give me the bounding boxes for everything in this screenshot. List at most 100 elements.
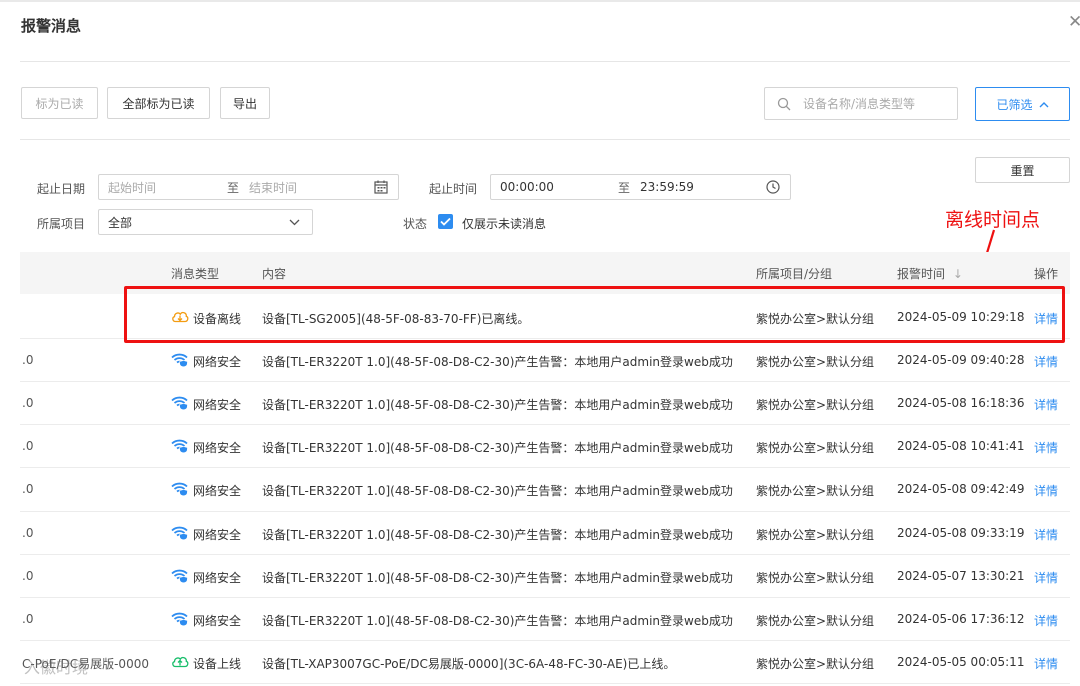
row-project: 紫悦办公室>默认分组 <box>756 614 875 628</box>
header-time-label: 报警时间 <box>897 267 946 281</box>
search-box[interactable] <box>764 87 958 120</box>
row-divider <box>20 640 1070 641</box>
row-detail-link[interactable]: 详情 <box>1034 569 1058 586</box>
header-type: 消息类型 <box>171 267 220 281</box>
row-project: 紫悦办公室>默认分组 <box>756 398 875 412</box>
time-end-value: 23:59:59 <box>640 180 694 194</box>
row-device-name: .0 <box>22 439 34 453</box>
time-range-label: 起止时间 <box>429 182 478 196</box>
row-time: 2024-05-08 16:18:36 <box>897 396 1025 410</box>
row-divider <box>20 554 1070 555</box>
row-type: 设备上线 <box>171 654 241 672</box>
row-device-name: .0 <box>22 396 34 410</box>
dialog-title: 报警消息 <box>21 17 82 35</box>
unread-only-label: 仅展示未读消息 <box>462 217 547 231</box>
project-selected-value: 全部 <box>108 215 133 230</box>
row-type-label: 网络安全 <box>193 354 242 369</box>
time-start-value: 00:00:00 <box>500 180 554 194</box>
mark-all-read-button[interactable]: 全部标为已读 <box>107 87 210 119</box>
row-device-name: .0 <box>22 526 34 540</box>
search-icon <box>777 97 791 110</box>
row-detail-link[interactable]: 详情 <box>1034 612 1058 629</box>
row-divider <box>20 467 1070 468</box>
row-content: 设备[TL-ER3220T 1.0](48-5F-08-D8-C2-30)产生告… <box>262 441 733 455</box>
wifi-shield-icon <box>171 352 193 370</box>
header-project[interactable]: 所属项目/分组 <box>756 265 832 282</box>
row-project: 紫悦办公室>默认分组 <box>756 657 875 671</box>
annotation-highlight-box <box>124 286 1065 343</box>
row-detail-link[interactable]: 详情 <box>1034 526 1058 543</box>
time-to-separator: 至 <box>618 180 631 195</box>
row-type-label: 网络安全 <box>193 613 242 628</box>
wifi-shield-icon <box>171 395 193 413</box>
row-detail-link[interactable]: 详情 <box>1034 353 1058 370</box>
mark-read-button[interactable]: 标为已读 <box>21 87 98 119</box>
row-time: 2024-05-08 09:33:19 <box>897 526 1025 540</box>
calendar-icon <box>374 180 388 194</box>
row-device-name: .0 <box>22 569 34 583</box>
row-detail-link[interactable]: 详情 <box>1034 439 1058 456</box>
row-content: 设备[TL-ER3220T 1.0](48-5F-08-D8-C2-30)产生告… <box>262 398 733 412</box>
row-content: 设备[TL-ER3220T 1.0](48-5F-08-D8-C2-30)产生告… <box>262 355 733 369</box>
wifi-shield-icon <box>171 438 193 456</box>
row-detail-link[interactable]: 详情 <box>1034 482 1058 499</box>
row-project: 紫悦办公室>默认分组 <box>756 441 875 455</box>
toolbar-divider <box>20 139 1070 140</box>
chevron-up-icon <box>1039 101 1048 107</box>
row-content: 设备[TL-ER3220T 1.0](48-5F-08-D8-C2-30)产生告… <box>262 571 733 585</box>
row-type: 网络安全 <box>171 611 241 629</box>
row-type-label: 网络安全 <box>193 483 242 498</box>
check-icon <box>440 217 451 226</box>
header-content: 内容 <box>262 267 287 281</box>
project-label: 所属项目 <box>37 217 86 231</box>
unread-only-checkbox[interactable] <box>438 214 453 229</box>
wifi-shield-icon <box>171 611 193 629</box>
row-device-name: .0 <box>22 482 34 496</box>
wifi-shield-icon <box>171 525 193 543</box>
header-action: 操作 <box>1034 267 1059 281</box>
wifi-shield-icon <box>171 481 193 499</box>
clock-icon <box>766 180 780 194</box>
row-detail-link[interactable]: 详情 <box>1034 655 1058 672</box>
row-type-label: 网络安全 <box>193 527 242 542</box>
row-content: 设备[TL-ER3220T 1.0](48-5F-08-D8-C2-30)产生告… <box>262 484 733 498</box>
filtered-toggle-button[interactable]: 已筛选 <box>975 87 1070 121</box>
top-border <box>0 0 1080 2</box>
sort-desc-icon[interactable]: ↓ <box>953 267 963 281</box>
row-time: 2024-05-05 00:05:11 <box>897 655 1025 669</box>
row-project: 紫悦办公室>默认分组 <box>756 484 875 498</box>
close-icon[interactable]: ✕ <box>1068 12 1080 32</box>
row-detail-link[interactable]: 详情 <box>1034 396 1058 413</box>
export-button[interactable]: 导出 <box>220 87 270 119</box>
header-time[interactable]: 报警时间 ↓ <box>897 265 963 282</box>
status-label: 状态 <box>403 217 428 231</box>
filtered-label: 已筛选 <box>996 97 1033 112</box>
reset-button[interactable]: 重置 <box>975 157 1070 183</box>
row-project: 紫悦办公室>默认分组 <box>756 571 875 585</box>
row-divider <box>20 381 1070 382</box>
row-content: 设备[TL-ER3220T 1.0](48-5F-08-D8-C2-30)产生告… <box>262 528 733 542</box>
row-device-name: .0 <box>22 612 34 626</box>
search-input[interactable] <box>801 95 945 112</box>
row-type: 网络安全 <box>171 568 241 586</box>
row-divider <box>20 683 1070 684</box>
project-select[interactable]: 全部 <box>98 209 313 235</box>
row-divider <box>20 424 1070 425</box>
date-start-placeholder: 起始时间 <box>108 180 157 195</box>
row-type: 网络安全 <box>171 481 241 499</box>
time-range-picker[interactable]: 00:00:00 至 23:59:59 <box>490 174 791 200</box>
row-time: 2024-05-08 09:42:49 <box>897 482 1025 496</box>
header-divider <box>20 61 1070 62</box>
row-type-label: 网络安全 <box>193 570 242 585</box>
cloud-online-icon <box>171 654 193 672</box>
row-type: 网络安全 <box>171 525 241 543</box>
row-time: 2024-05-07 13:30:21 <box>897 569 1025 583</box>
watermark: 入徽时境 <box>24 658 89 677</box>
row-type: 网络安全 <box>171 352 241 370</box>
row-project: 紫悦办公室>默认分组 <box>756 355 875 369</box>
wifi-shield-icon <box>171 568 193 586</box>
row-divider <box>20 511 1070 512</box>
chevron-down-icon <box>289 219 300 225</box>
row-type: 网络安全 <box>171 395 241 413</box>
date-range-picker[interactable]: 起始时间 至 结束时间 <box>98 174 399 200</box>
